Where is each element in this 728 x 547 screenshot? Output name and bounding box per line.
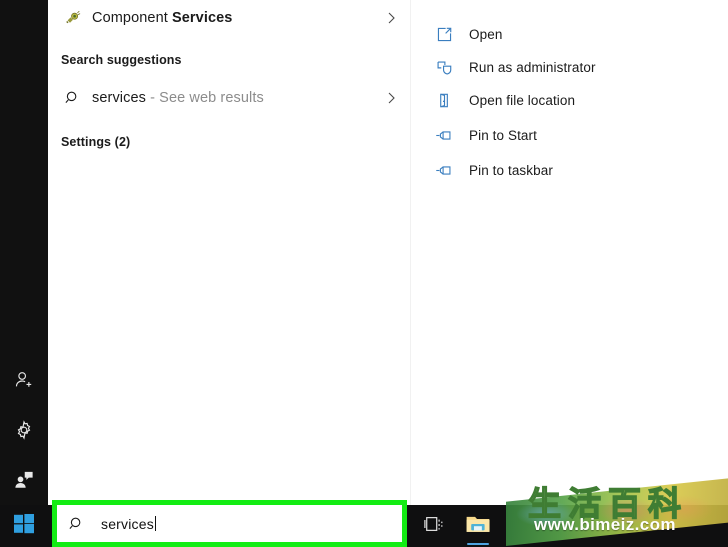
command-label: Pin to Start [469, 128, 537, 143]
search-icon [69, 516, 91, 532]
sidebar-item-account[interactable] [0, 355, 48, 405]
component-services-icon [60, 7, 86, 29]
command-label: Run as administrator [469, 60, 596, 75]
taskbar: services [0, 500, 728, 547]
search-icon [60, 87, 86, 109]
windows-logo-icon [14, 513, 34, 539]
pin-icon [433, 125, 455, 147]
taskbar-search-highlight: services [52, 500, 407, 547]
start-menu-rail [0, 0, 48, 505]
chevron-right-icon[interactable] [382, 11, 400, 25]
start-search-flyout: Component Services Search suggestions se… [0, 0, 728, 505]
web-suggestion-label: services - See web results [92, 90, 264, 106]
screen: Component Services Search suggestions se… [0, 0, 728, 547]
sidebar-item-feedback[interactable] [0, 455, 48, 505]
rail-button-group [0, 355, 48, 505]
open-icon [433, 24, 455, 46]
folder-open-location-icon [433, 90, 455, 112]
taskbar-button-group [412, 505, 500, 547]
settings-results-header: Settings (2) [61, 135, 131, 149]
command-label: Pin to taskbar [469, 163, 553, 178]
active-indicator [467, 543, 489, 545]
shield-run-icon [433, 57, 455, 79]
chevron-right-icon[interactable] [382, 91, 400, 105]
start-button[interactable] [0, 505, 48, 547]
file-explorer-icon [465, 513, 491, 540]
settings-gear-icon [13, 419, 35, 441]
command-label: Open file location [469, 93, 576, 108]
feedback-icon [13, 469, 35, 491]
account-icon [13, 369, 35, 391]
command-open-file-location[interactable]: Open file location [411, 84, 728, 117]
app-preview-panel: Open Run as administrator Open file loca… [410, 0, 728, 505]
search-input[interactable]: services [57, 505, 402, 542]
result-item-label: Component Services [92, 10, 233, 26]
search-suggestions-header: Search suggestions [61, 53, 182, 67]
sidebar-item-settings[interactable] [0, 405, 48, 455]
command-run-as-administrator[interactable]: Run as administrator [411, 51, 728, 84]
command-pin-to-start[interactable]: Pin to Start [411, 119, 728, 152]
task-view-icon [423, 514, 445, 539]
pin-icon [433, 160, 455, 182]
search-input-value: services [101, 515, 156, 532]
command-open[interactable]: Open [411, 18, 728, 51]
result-item-web-suggestion[interactable]: services - See web results [48, 81, 410, 115]
text-caret [154, 515, 156, 531]
result-item-best-match[interactable]: Component Services [48, 1, 410, 35]
command-label: Open [469, 27, 503, 42]
search-results-panel: Component Services Search suggestions se… [48, 0, 410, 505]
task-view-button[interactable] [412, 505, 456, 547]
file-explorer-button[interactable] [456, 505, 500, 547]
command-pin-to-taskbar[interactable]: Pin to taskbar [411, 154, 728, 187]
